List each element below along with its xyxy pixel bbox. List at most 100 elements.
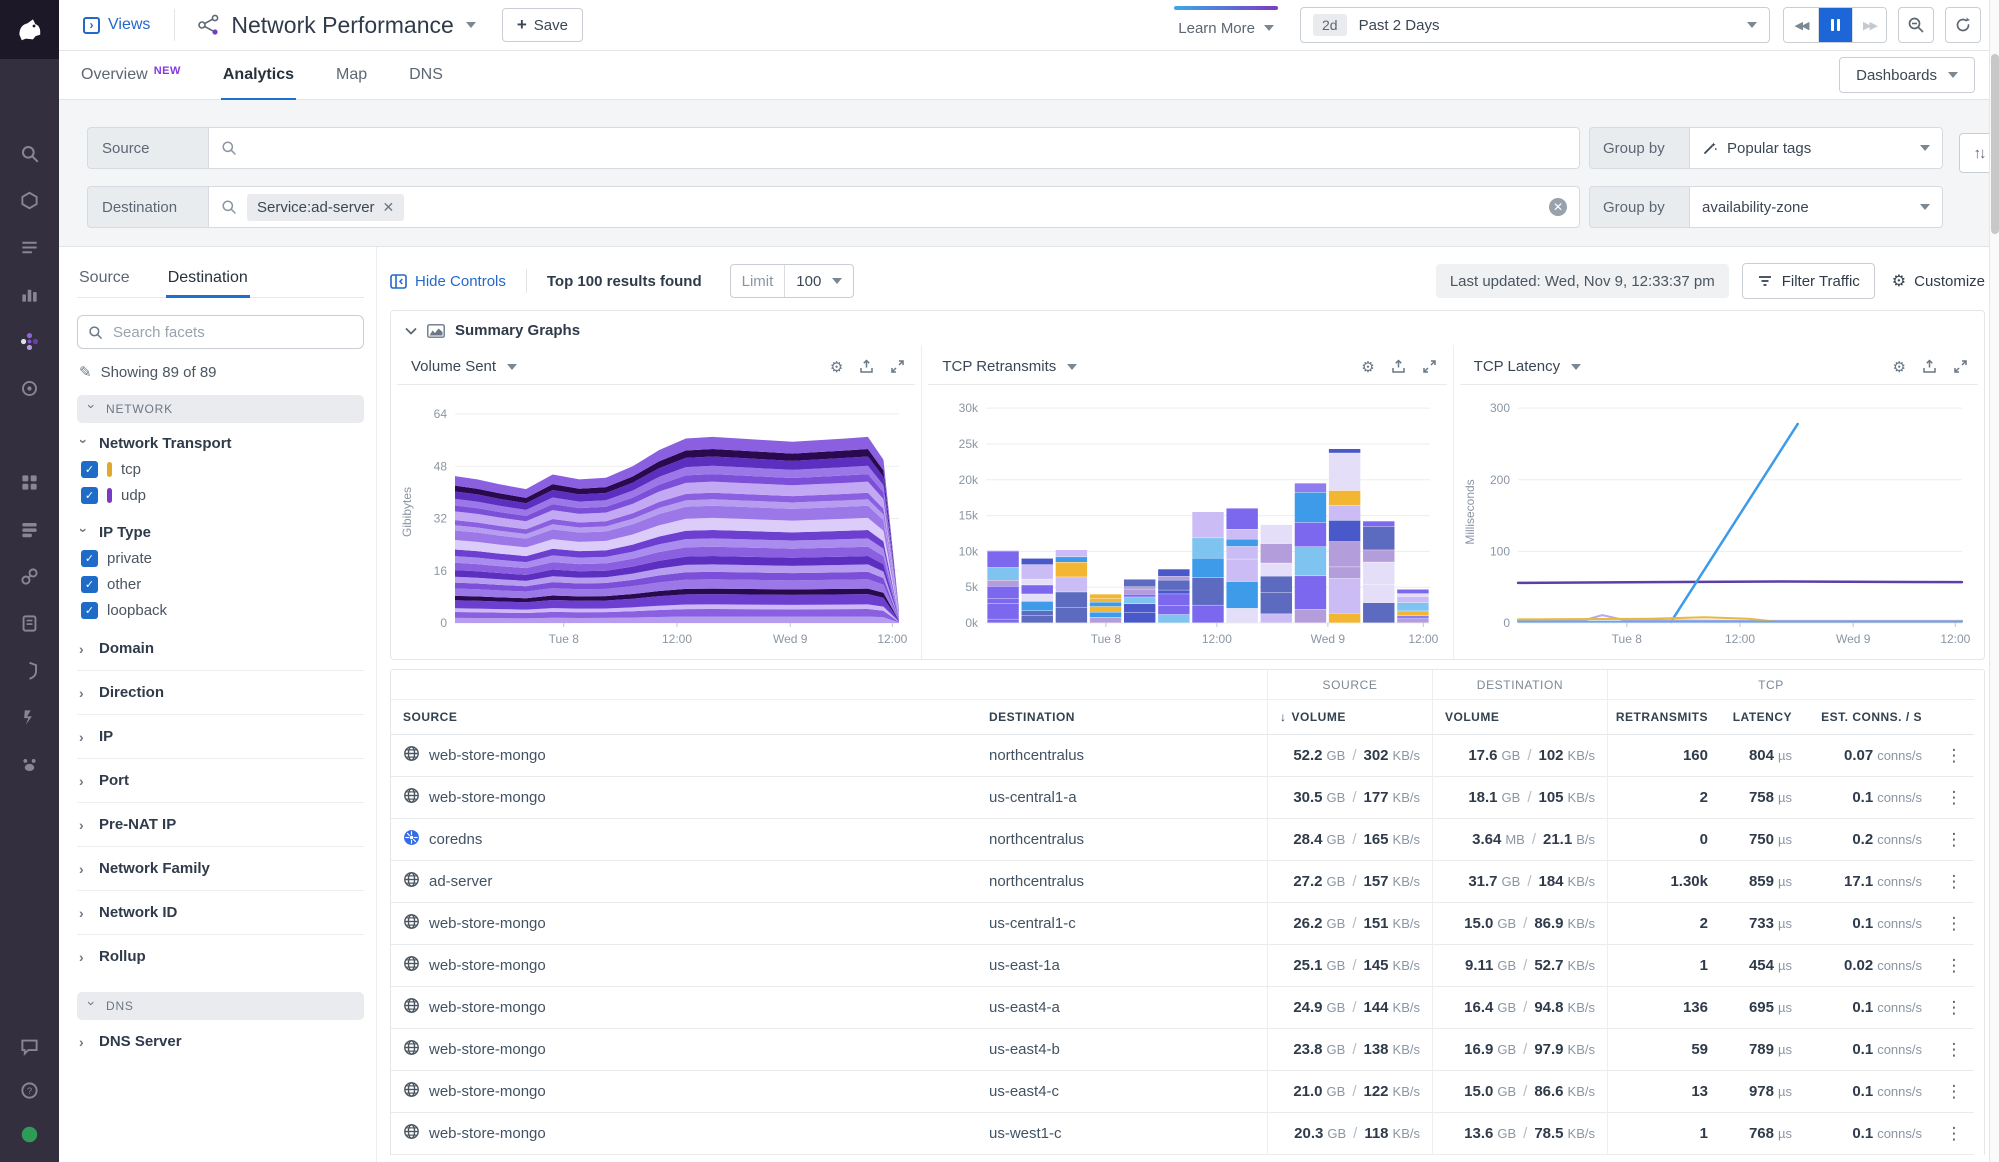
export-icon[interactable] xyxy=(859,359,874,374)
table-row[interactable]: web-store-mongous-east4-c21.0GB/122KB/s1… xyxy=(391,1071,1984,1113)
destination-cell[interactable]: northcentralus xyxy=(977,819,1267,861)
tab-map[interactable]: Map xyxy=(334,51,369,100)
row-actions-kebab-icon[interactable]: ⋮ xyxy=(1934,903,1974,945)
pause-button[interactable] xyxy=(1818,8,1852,42)
table-row[interactable]: web-store-mongous-west1-c20.3GB/118KB/s1… xyxy=(391,1113,1984,1155)
destination-cell[interactable]: us-east4-c xyxy=(977,1071,1267,1113)
row-actions-kebab-icon[interactable]: ⋮ xyxy=(1934,819,1974,861)
gear-icon[interactable]: ⚙ xyxy=(1361,358,1374,376)
hide-controls-button[interactable]: Hide Controls xyxy=(390,273,506,290)
rail-ci-icon[interactable] xyxy=(18,376,42,400)
expand-icon[interactable] xyxy=(1953,359,1968,374)
facet-group-network[interactable]: ›NETWORK xyxy=(77,395,364,423)
source-cell[interactable]: web-store-mongo xyxy=(391,945,977,987)
rail-search-icon[interactable] xyxy=(18,141,42,165)
source-cell[interactable]: web-store-mongo xyxy=(391,1029,977,1071)
facet-title[interactable]: ›IP Type xyxy=(79,524,362,541)
rail-network-icon[interactable] xyxy=(18,329,42,353)
row-actions-kebab-icon[interactable]: ⋮ xyxy=(1934,1113,1974,1155)
tab-analytics[interactable]: Analytics xyxy=(221,51,296,100)
facet-group-dns[interactable]: ›DNS xyxy=(77,992,364,1020)
tcp-latency-metric-select[interactable]: TCP Latency xyxy=(1474,358,1581,375)
column-header-est-conns[interactable]: EST. CONNS. / S xyxy=(1804,700,1934,735)
export-icon[interactable] xyxy=(1922,359,1937,374)
facet-showing-row[interactable]: ✎ Showing 89 of 89 xyxy=(79,363,362,381)
rail-apm-icon[interactable] xyxy=(18,423,42,447)
expand-icon[interactable] xyxy=(1422,359,1437,374)
source-cell[interactable]: web-store-mongo xyxy=(391,777,977,819)
expand-icon[interactable] xyxy=(890,359,905,374)
facet-tab-destination[interactable]: Destination xyxy=(166,263,250,297)
checkbox-checked[interactable]: ✓ xyxy=(81,576,98,593)
source-cell[interactable]: web-store-mongo xyxy=(391,1071,977,1113)
facet-search-input[interactable] xyxy=(111,323,353,342)
facet-option-tcp[interactable]: ✓tcp xyxy=(81,461,362,478)
views-button[interactable]: › Views xyxy=(83,16,150,34)
source-cell[interactable]: web-store-mongo xyxy=(391,903,977,945)
facet-search-box[interactable] xyxy=(77,315,364,349)
source-cell[interactable]: web-store-mongo xyxy=(391,1113,977,1155)
vertical-scrollbar[interactable] xyxy=(1989,0,1999,1162)
rail-metrics-icon[interactable] xyxy=(18,282,42,306)
row-actions-kebab-icon[interactable]: ⋮ xyxy=(1934,777,1974,819)
volume-sent-chart[interactable]: 016324864GibibytesTue 812:00Wed 912:00 xyxy=(397,391,915,649)
column-header-volume-destination[interactable]: VOLUME xyxy=(1432,700,1607,735)
customize-button[interactable]: ⚙ Customize xyxy=(1892,271,1985,291)
summary-graphs-header[interactable]: Summary Graphs xyxy=(391,311,1984,345)
facet-title[interactable]: ›Port xyxy=(79,772,362,789)
destination-cell[interactable]: us-central1-a xyxy=(977,777,1267,819)
volume-sent-metric-select[interactable]: Volume Sent xyxy=(411,358,517,375)
facet-title[interactable]: ›Pre-NAT IP xyxy=(79,816,362,833)
table-row[interactable]: web-store-mongous-east4-b23.8GB/138KB/s1… xyxy=(391,1029,1984,1071)
facet-title[interactable]: ›Domain xyxy=(79,640,362,657)
rail-account-icon[interactable] xyxy=(18,1122,42,1146)
row-actions-kebab-icon[interactable]: ⋮ xyxy=(1934,735,1974,777)
learn-more-dropdown[interactable]: Learn More xyxy=(1178,14,1274,37)
column-header-source[interactable]: SOURCE xyxy=(391,700,977,735)
facet-option-other[interactable]: ✓other xyxy=(81,576,362,593)
clear-search-icon[interactable]: ✕ xyxy=(1549,198,1567,216)
time-range-picker[interactable]: 2d Past 2 Days xyxy=(1300,7,1770,43)
checkbox-checked[interactable]: ✓ xyxy=(81,461,98,478)
filter-traffic-button[interactable]: Filter Traffic xyxy=(1742,263,1875,299)
remove-pill-icon[interactable]: ✕ xyxy=(383,199,395,216)
facet-tab-source[interactable]: Source xyxy=(77,263,132,297)
gear-icon[interactable]: ⚙ xyxy=(830,358,843,376)
tcp-retransmits-chart[interactable]: 0k5k10k15k20k25k30kTue 812:00Wed 912:00 xyxy=(928,391,1446,649)
row-actions-kebab-icon[interactable]: ⋮ xyxy=(1934,1071,1974,1113)
zoom-out-button[interactable] xyxy=(1898,7,1934,43)
facet-title[interactable]: ›Network Transport xyxy=(79,435,362,452)
rail-serverless-icon[interactable] xyxy=(18,705,42,729)
rail-hostmap-icon[interactable] xyxy=(18,188,42,212)
destination-cell[interactable]: northcentralus xyxy=(977,735,1267,777)
facet-title[interactable]: ›Network ID xyxy=(79,904,362,921)
scrollbar-thumb[interactable] xyxy=(1991,54,1999,234)
facet-title[interactable]: ›Direction xyxy=(79,684,362,701)
rail-chat-icon[interactable] xyxy=(18,1034,42,1058)
source-search-input[interactable] xyxy=(247,139,1567,158)
dashboards-button[interactable]: Dashboards xyxy=(1839,57,1975,93)
destination-cell[interactable]: us-west1-c xyxy=(977,1113,1267,1155)
column-header-volume-source[interactable]: ↓ VOLUME xyxy=(1267,700,1432,735)
gear-icon[interactable]: ⚙ xyxy=(1893,358,1906,376)
destination-cell[interactable]: us-east4-a xyxy=(977,987,1267,1029)
datadog-logo[interactable] xyxy=(0,0,59,59)
facet-option-udp[interactable]: ✓udp xyxy=(81,487,362,504)
filter-pill-service-ad-server[interactable]: Service:ad-server ✕ xyxy=(247,194,404,221)
source-search-box[interactable] xyxy=(208,127,1580,169)
source-cell[interactable]: coredns xyxy=(391,819,977,861)
facet-title[interactable]: ›IP xyxy=(79,728,362,745)
tab-overview[interactable]: Overview NEW xyxy=(79,51,183,100)
rail-watchdog-icon[interactable] xyxy=(18,752,42,776)
destination-cell[interactable]: northcentralus xyxy=(977,861,1267,903)
rail-synthetics-icon[interactable] xyxy=(18,564,42,588)
row-actions-kebab-icon[interactable]: ⋮ xyxy=(1934,861,1974,903)
source-group-by-select[interactable]: Popular tags xyxy=(1689,127,1943,169)
rail-help-icon[interactable]: ? xyxy=(18,1078,42,1102)
destination-cell[interactable]: us-central1-c xyxy=(977,903,1267,945)
facet-title[interactable]: ›Rollup xyxy=(79,948,362,965)
table-row[interactable]: web-store-mongous-central1-a30.5GB/177KB… xyxy=(391,777,1984,819)
checkbox-checked[interactable]: ✓ xyxy=(81,550,98,567)
column-header-retransmits[interactable]: RETRANSMITS xyxy=(1607,700,1720,735)
destination-search-box[interactable]: Service:ad-server ✕ ✕ xyxy=(208,186,1580,228)
